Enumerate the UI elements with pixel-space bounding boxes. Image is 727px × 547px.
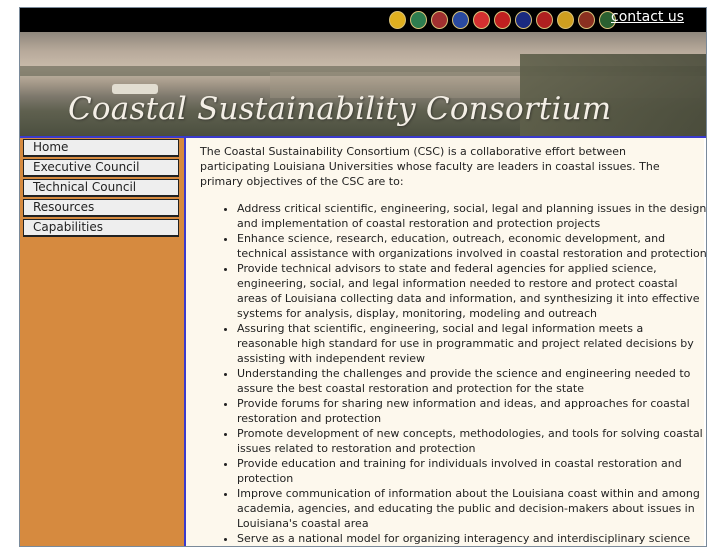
nav-item-executive-council[interactable]: Executive Council (23, 159, 179, 177)
page-frame: contact us Coastal Sustainability Consor… (19, 7, 707, 547)
la-tech-logo-icon[interactable] (452, 11, 469, 29)
list-item: Improve communication of information abo… (237, 486, 706, 531)
mcneese-logo-icon[interactable] (473, 11, 490, 29)
grambling-logo-icon[interactable] (557, 11, 574, 29)
banner-image: Coastal Sustainability Consortium (20, 32, 706, 136)
list-item: Assuring that scientific, engineering, s… (237, 321, 706, 366)
site-title: Coastal Sustainability Consortium (68, 91, 612, 127)
sidebar: Home Executive Council Technical Council… (20, 138, 186, 546)
list-item: Understanding the challenges and provide… (237, 366, 706, 396)
list-item: Provide forums for sharing new informati… (237, 396, 706, 426)
tulane-logo-icon[interactable] (410, 11, 427, 29)
nav-item-home[interactable]: Home (23, 139, 179, 157)
contact-us-link[interactable]: contact us (611, 9, 684, 25)
nav-item-capabilities[interactable]: Capabilities (23, 219, 179, 237)
ulm-logo-icon[interactable] (578, 11, 595, 29)
nav-item-resources[interactable]: Resources (23, 199, 179, 217)
objectives-list: Address critical scientific, engineering… (200, 201, 706, 546)
nicholls-logo-icon[interactable] (536, 11, 553, 29)
lsu-logo-icon[interactable] (389, 11, 406, 29)
nav-item-technical-council[interactable]: Technical Council (23, 179, 179, 197)
list-item: Promote development of new concepts, met… (237, 426, 706, 456)
southern-logo-icon[interactable] (515, 11, 532, 29)
top-bar: contact us (20, 8, 706, 32)
main-content: The Coastal Sustainability Consortium (C… (186, 138, 706, 546)
ul-lafayette-logo-icon[interactable] (494, 11, 511, 29)
university-logos (389, 11, 616, 29)
list-item: Address critical scientific, engineering… (237, 201, 706, 231)
intro-paragraph: The Coastal Sustainability Consortium (C… (200, 145, 660, 188)
list-item: Provide technical advisors to state and … (237, 261, 706, 321)
list-item: Provide education and training for indiv… (237, 456, 706, 486)
uno-logo-icon[interactable] (431, 11, 448, 29)
list-item: Enhance science, research, education, ou… (237, 231, 706, 261)
